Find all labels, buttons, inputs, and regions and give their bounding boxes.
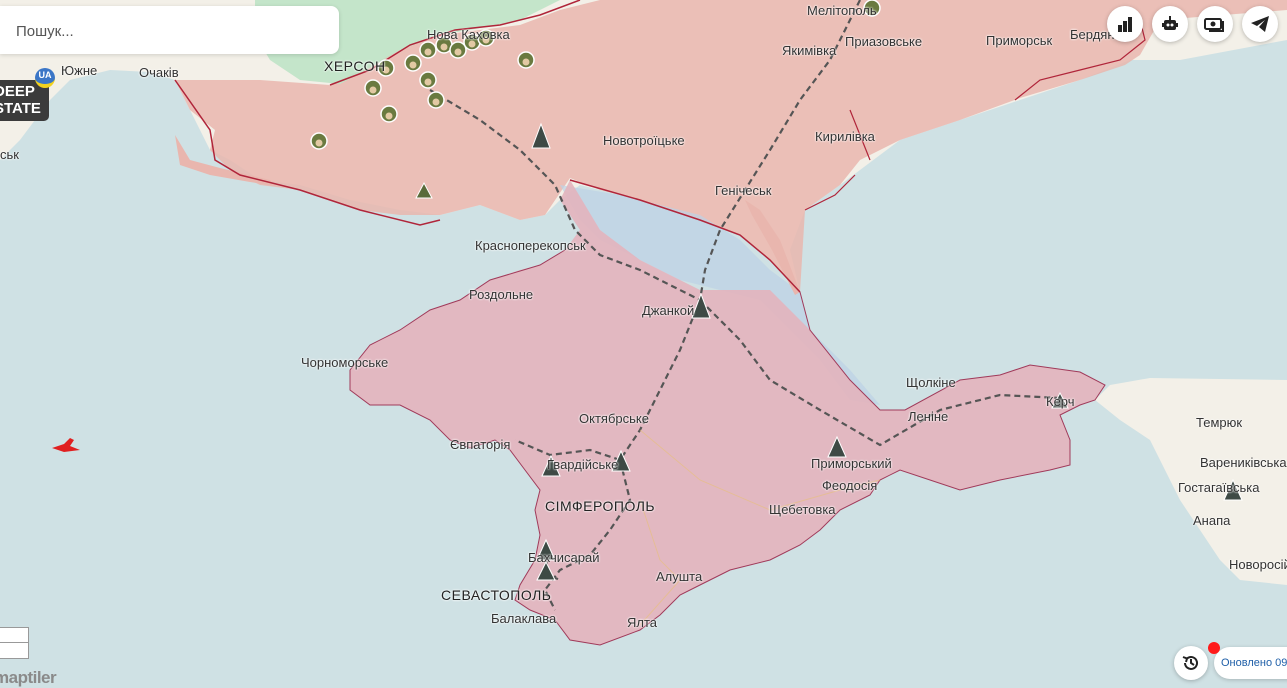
label-kyrylivka: Кирилівка <box>815 129 875 144</box>
label-bakhchysarai: Бахчисарай <box>528 550 600 565</box>
zoom-in-button[interactable] <box>0 628 28 643</box>
bar-chart-icon <box>1118 17 1132 32</box>
label-yalta: Ялта <box>627 615 658 630</box>
label-kerch: Керч <box>1046 394 1075 409</box>
search-input[interactable] <box>14 19 318 43</box>
label-hostahaivska: Гостагаївська <box>1178 480 1260 495</box>
history-icon <box>1182 655 1198 670</box>
label-oktiabrske: Октябрське <box>579 411 649 426</box>
label-yevpatoriia: Євпаторія <box>450 437 511 452</box>
label-melitopol: Мелітополь <box>807 3 877 18</box>
statistics-button[interactable] <box>1107 6 1143 42</box>
history-button[interactable] <box>1174 646 1208 680</box>
logo-line-2: STATE <box>0 100 41 117</box>
label-prymorsk: Приморськ <box>986 33 1053 48</box>
label-sevastopol: СЕВАСТОПОЛЬ <box>441 587 552 603</box>
label-simferopol: СІМФЕРОПОЛЬ <box>545 498 656 514</box>
label-dzhankoi: Джанкой <box>642 303 695 318</box>
live-indicator <box>1208 642 1220 654</box>
label-pryazovske: Приазовське <box>845 34 923 49</box>
label-shchelkine: Щолкіне <box>906 375 956 390</box>
label-novorosiisk: Новоросійськ <box>1229 557 1287 572</box>
label-balaklava: Балаклава <box>491 611 557 626</box>
label-varenykivska: Варениківська <box>1200 455 1287 470</box>
telegram-button[interactable] <box>1242 6 1278 42</box>
label-temriuk: Темрюк <box>1196 415 1243 430</box>
ua-badge: UA <box>35 68 55 88</box>
maptiler-attribution[interactable]: maptiler <box>0 668 57 688</box>
label-hvardiiske: Гвардійське <box>547 457 619 472</box>
search-box[interactable] <box>0 6 339 54</box>
label-yakymivka: Якимівка <box>782 43 837 58</box>
robot-icon <box>1162 16 1178 30</box>
donate-button[interactable] <box>1197 6 1233 42</box>
label-nova-kakhovka: Нова Каховка <box>427 27 510 42</box>
label-shchebetovka: Щебетовка <box>769 502 836 517</box>
label-novotroitske: Новотроїцьке <box>603 133 685 148</box>
label-ochakiv: Очаків <box>139 65 179 80</box>
label-prymorskyi: Приморський <box>811 456 892 471</box>
label-feodosiia: Феодосія <box>822 478 878 493</box>
label-krasnoperekopsk: Красноперекопськ <box>475 238 586 253</box>
label-henichesk: Генічеськ <box>715 183 772 198</box>
updated-status[interactable]: Оновлено 09. <box>1214 647 1287 679</box>
label-anapa: Анапа <box>1193 513 1231 528</box>
label-lenine: Леніне <box>908 409 949 424</box>
label-yuzhne: Южне <box>61 63 98 78</box>
label-skadovsk-fragment: ськ <box>0 147 19 162</box>
zoom-control[interactable] <box>0 627 29 659</box>
telegram-icon <box>1251 16 1269 32</box>
label-chornomorske: Чорноморське <box>301 355 389 370</box>
money-icon <box>1204 18 1224 32</box>
label-kherson: ХЕРСОН <box>324 58 386 74</box>
label-alushta: Алушта <box>656 569 703 584</box>
label-rozdolne: Роздольне <box>469 287 534 302</box>
bot-button[interactable] <box>1152 6 1188 42</box>
map-canvas[interactable] <box>0 0 1287 687</box>
